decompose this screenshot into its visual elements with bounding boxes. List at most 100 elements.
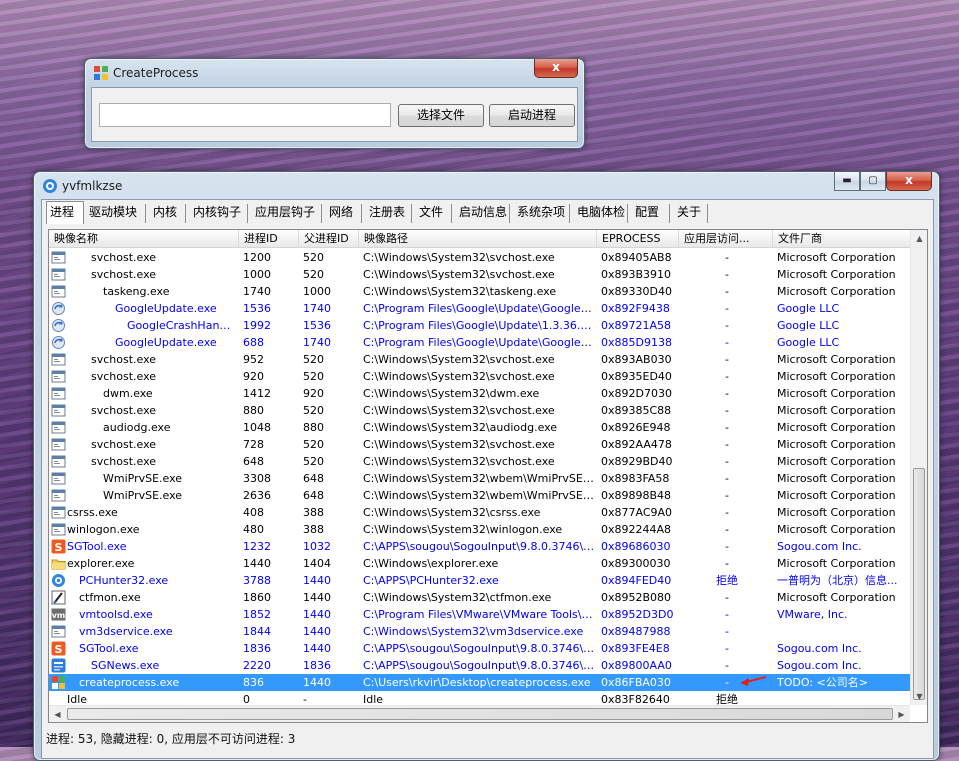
- cell-pid: 2636: [243, 489, 271, 502]
- cell-path: C:\Windows\System32\audiodg.exe: [363, 421, 558, 434]
- exe-path-input[interactable]: [99, 103, 391, 127]
- select-file-button[interactable]: 选择文件: [398, 104, 484, 127]
- table-row[interactable]: createprocess.exe 836 1440 C:\Users\rkvir\D…: [49, 674, 912, 691]
- table-row[interactable]: svchost.exe 920 520 C:\Windows\System32\svc…: [49, 368, 912, 385]
- table-row[interactable]: csrss.exe 408 388 C:\Windows\System32\csrss…: [49, 504, 912, 521]
- cell-path: C:\APPS\sougou\SogouInput\9.8.0.3746\SG.…: [363, 540, 595, 553]
- tab-3[interactable]: 内核钩子: [190, 204, 248, 223]
- tab-8[interactable]: 启动信息: [456, 204, 510, 223]
- table-row[interactable]: dwm.exe 1412 920 C:\Windows\System32\dwm.ex…: [49, 385, 912, 402]
- main-close-button[interactable]: x: [886, 172, 932, 191]
- cell-eprocess: 0x892AA478: [601, 438, 672, 451]
- tab-2[interactable]: 内核: [150, 204, 186, 223]
- tab-9[interactable]: 系统杂项: [514, 204, 570, 223]
- main-app-icon: [43, 179, 57, 193]
- svg-text:S: S: [55, 541, 63, 554]
- vertical-scrollbar[interactable]: ▲ ▼: [910, 230, 927, 705]
- table-row[interactable]: WmiPrvSE.exe 3308 648 C:\Windows\System32\w…: [49, 470, 912, 487]
- table-row[interactable]: SGNews.exe 2220 1836 C:\APPS\sougou\SogouIn…: [49, 657, 912, 674]
- cell-pid: 952: [243, 353, 264, 366]
- cell-eprocess: 0x8952B080: [601, 591, 672, 604]
- cell-access: -: [725, 591, 729, 604]
- table-row[interactable]: PCHunter32.exe 3788 1440 C:\APPS\PCHunter32…: [49, 572, 912, 589]
- cell-name: svchost.exe: [91, 404, 157, 417]
- table-row[interactable]: svchost.exe 1000 520 C:\Windows\System32\sv…: [49, 266, 912, 283]
- column-header-4[interactable]: EPROCESS: [597, 230, 679, 248]
- column-header-3[interactable]: 映像路径: [359, 230, 597, 248]
- table-row[interactable]: WmiPrvSE.exe 2636 648 C:\Windows\System32\w…: [49, 487, 912, 504]
- cell-vendor: Google LLC: [777, 302, 840, 315]
- column-header-5[interactable]: 应用层访问...: [679, 230, 773, 248]
- table-row[interactable]: S SGTool.exe 1232 1032 C:\APPS\sougou\SogouI…: [49, 538, 912, 555]
- tab-4[interactable]: 应用层钩子: [252, 204, 322, 223]
- table-row[interactable]: S SGTool.exe 1836 1440 C:\APPS\sougou\SogouI…: [49, 640, 912, 657]
- table-row[interactable]: explorer.exe 1440 1404 C:\Windows\explorer.…: [49, 555, 912, 572]
- cell-path: C:\Windows\System32\svchost.exe: [363, 251, 555, 264]
- cell-ppid: 1440: [303, 574, 331, 587]
- tab-0[interactable]: 进程: [46, 201, 84, 224]
- table-row[interactable]: GoogleUpdate.exe 688 1740 C:\Program Files\…: [49, 334, 912, 351]
- cell-path: C:\Windows\System32\svchost.exe: [363, 404, 555, 417]
- minimize-button[interactable]: ▬: [834, 172, 860, 191]
- column-header-1[interactable]: 进程ID: [239, 230, 299, 248]
- createprocess-close-button[interactable]: x: [534, 59, 578, 78]
- table-row[interactable]: svchost.exe 952 520 C:\Windows\System32\svc…: [49, 351, 912, 368]
- window-icon: [51, 386, 66, 401]
- cell-vendor: Microsoft Corporation: [777, 455, 896, 468]
- cell-access: -: [725, 455, 729, 468]
- cell-eprocess: 0x885D9138: [601, 336, 672, 349]
- table-row[interactable]: winlogon.exe 480 388 C:\Windows\System32\wi…: [49, 521, 912, 538]
- cell-name: dwm.exe: [103, 387, 153, 400]
- table-row[interactable]: vm vmtoolsd.exe 1852 1440 C:\Program Files\V…: [49, 606, 912, 623]
- pen-icon: [51, 590, 66, 605]
- cell-access: -: [725, 370, 729, 383]
- column-header-2[interactable]: 父进程ID: [299, 230, 359, 248]
- table-row[interactable]: svchost.exe 728 520 C:\Windows\System32\svc…: [49, 436, 912, 453]
- table-row[interactable]: svchost.exe 648 520 C:\Windows\System32\svc…: [49, 453, 912, 470]
- table-row[interactable]: svchost.exe 880 520 C:\Windows\System32\svc…: [49, 402, 912, 419]
- cell-eprocess: 0x89405AB8: [601, 251, 672, 264]
- tab-10[interactable]: 电脑体检: [574, 204, 628, 223]
- vertical-scroll-thumb[interactable]: [913, 468, 925, 700]
- table-row[interactable]: svchost.exe 1200 520 C:\Windows\System32\sv…: [49, 249, 912, 266]
- tab-5[interactable]: 网络: [326, 204, 362, 223]
- scroll-down-icon[interactable]: ▼: [911, 688, 927, 705]
- table-row[interactable]: GoogleCrashHandle... 1992 1536 C:\Program F…: [49, 317, 912, 334]
- table-row[interactable]: GoogleUpdate.exe 1536 1740 C:\Program Files…: [49, 300, 912, 317]
- table-row[interactable]: audiodg.exe 1048 880 C:\Windows\System32\au…: [49, 419, 912, 436]
- scroll-right-icon[interactable]: ▶: [893, 706, 910, 722]
- scroll-left-icon[interactable]: ◀: [49, 706, 66, 722]
- cell-access: -: [725, 251, 729, 264]
- sogou-icon: S: [51, 641, 66, 656]
- cell-vendor: Microsoft Corporation: [777, 404, 896, 417]
- column-header-6[interactable]: 文件厂商: [773, 230, 912, 248]
- google-update-icon: [51, 318, 66, 333]
- horizontal-scroll-thumb[interactable]: [67, 708, 893, 720]
- cell-eprocess: 0x877AC9A0: [601, 506, 673, 519]
- table-row[interactable]: vm3dservice.exe 1844 1440 C:\Windows\System…: [49, 623, 912, 640]
- column-header-0[interactable]: 映像名称: [49, 230, 239, 248]
- cell-pid: 920: [243, 370, 264, 383]
- table-row[interactable]: ctfmon.exe 1860 1440 C:\Windows\System32\ct…: [49, 589, 912, 606]
- window-icon: [51, 505, 66, 520]
- tab-7[interactable]: 文件: [416, 204, 452, 223]
- tab-12[interactable]: 关于: [674, 204, 708, 223]
- scroll-up-icon[interactable]: ▲: [911, 230, 927, 247]
- start-process-button[interactable]: 启动进程: [489, 104, 575, 127]
- cell-name: svchost.exe: [91, 370, 157, 383]
- maximize-button[interactable]: ▢: [860, 172, 886, 191]
- tab-6[interactable]: 注册表: [366, 204, 412, 223]
- process-list: 映像名称 进程ID 父进程ID 映像路径 EPROCESS 应用层访问... 文件厂商 sv…: [48, 229, 928, 723]
- horizontal-scrollbar[interactable]: ◀ ▶: [49, 705, 910, 722]
- tab-11[interactable]: 配置: [632, 204, 670, 223]
- cell-eprocess: 0x894FED40: [601, 574, 672, 587]
- cell-access: -: [725, 438, 729, 451]
- cell-access: -: [725, 302, 729, 315]
- main-client: 进程 驱动模块 内核 内核钩子 应用层钩子 网络 注册表 文件 启动信息 系统杂项 电脑体检 配置 关于…: [41, 199, 934, 759]
- tab-1[interactable]: 驱动模块: [86, 204, 146, 223]
- table-row[interactable]: taskeng.exe 1740 1000 C:\Windows\System32\t…: [49, 283, 912, 300]
- cell-vendor: 一普明为（北京）信息...: [777, 574, 898, 587]
- cell-vendor: Microsoft Corporation: [777, 523, 896, 536]
- cell-vendor: Microsoft Corporation: [777, 268, 896, 281]
- cell-name: svchost.exe: [91, 268, 157, 281]
